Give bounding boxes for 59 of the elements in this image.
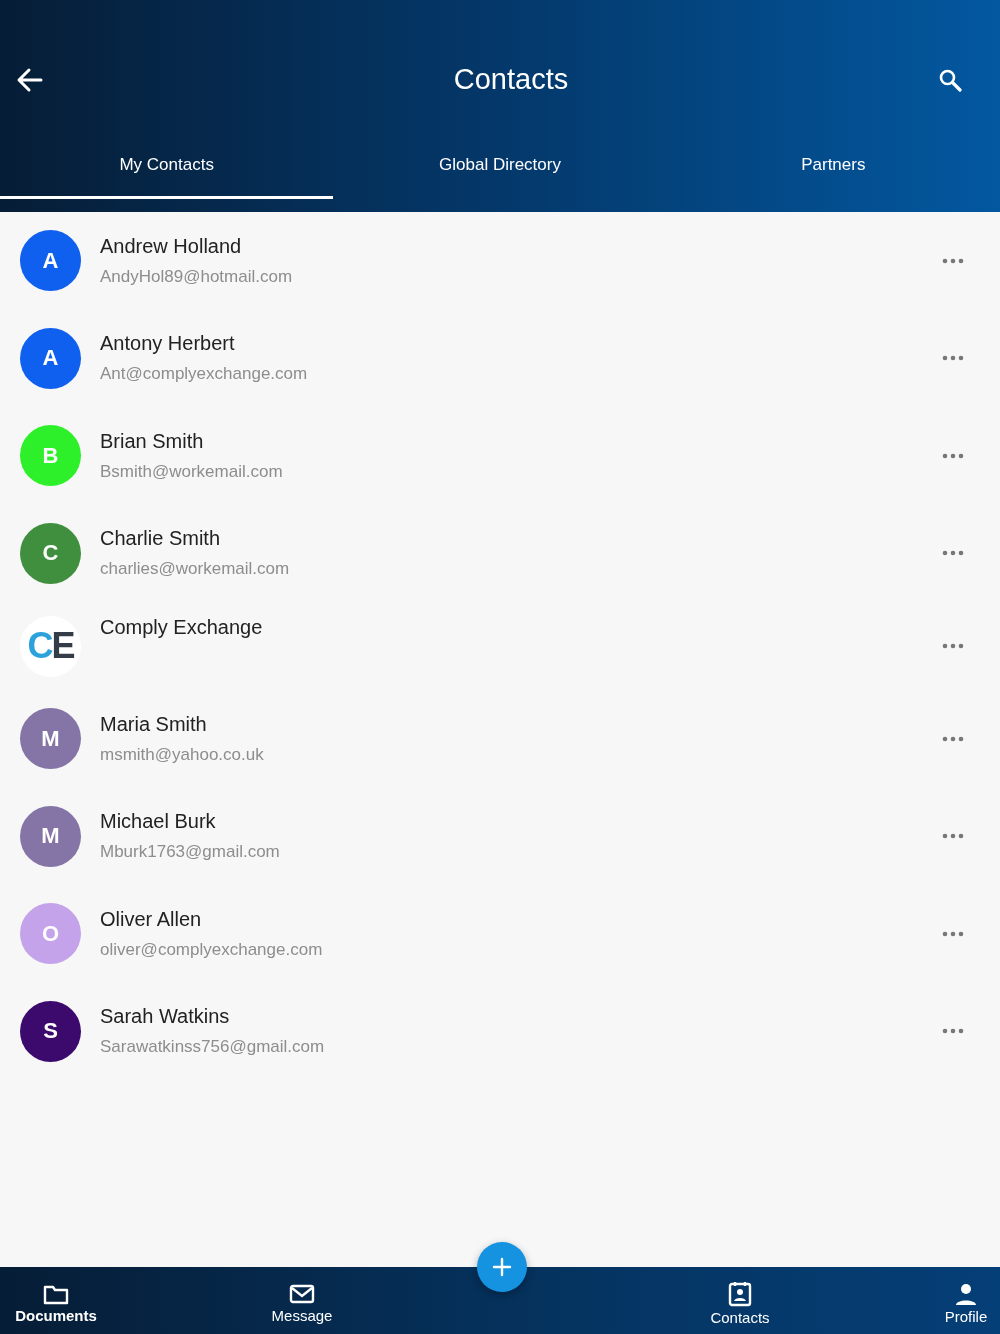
more-options-icon[interactable] (942, 355, 964, 362)
contact-email: Sarawatkinss756@gmail.com (100, 1037, 326, 1058)
contact-row[interactable]: A Antony Herbert Ant@complyexchange.com (0, 309, 1000, 407)
more-options-icon[interactable] (942, 452, 964, 459)
contact-name: Sarah Watkins (100, 1005, 231, 1029)
contact-email: charlies@workemail.com (100, 559, 291, 580)
more-options-icon[interactable] (942, 735, 964, 742)
plus-icon (492, 1257, 512, 1277)
contact-email: Mburk1763@gmail.com (100, 842, 281, 863)
contact-row[interactable]: S Sarah Watkins Sarawatkinss756@gmail.com (0, 982, 1000, 1080)
search-icon[interactable] (938, 67, 962, 92)
nav-item[interactable]: Contacts (690, 1267, 790, 1334)
contact-row[interactable]: O Oliver Allen oliver@complyexchange.com (0, 885, 1000, 983)
contact-email: msmith@yahoo.co.uk (100, 744, 265, 765)
contact-row[interactable]: M Maria Smith msmith@yahoo.co.uk (0, 690, 1000, 788)
person-icon (954, 1282, 978, 1306)
contact-email: AndyHol89@hotmail.com (100, 266, 294, 287)
more-options-icon[interactable] (942, 1028, 964, 1035)
contact-row[interactable]: B Brian Smith Bsmith@workemail.com (0, 407, 1000, 505)
contact-email: Ant@complyexchange.com (100, 364, 309, 385)
contact-avatar: S (20, 1000, 81, 1062)
tab[interactable]: Partners (666, 147, 1000, 199)
contact-name: Maria Smith (100, 712, 208, 736)
contact-avatar: A (20, 327, 81, 389)
contact-avatar: O (20, 903, 81, 965)
nav-item[interactable]: Profile (932, 1267, 1000, 1334)
contact-name: Brian Smith (100, 429, 205, 453)
contact-name: Comply Exchange (100, 616, 264, 639)
nav-item[interactable]: Message (252, 1267, 352, 1334)
contact-avatar: M (20, 708, 81, 770)
contact-avatar: M (20, 805, 81, 867)
contact-row[interactable]: C Charlie Smith charlies@workemail.com (0, 504, 1000, 602)
contact-card-icon (728, 1281, 752, 1307)
contact-name: Antony Herbert (100, 332, 236, 356)
tab[interactable]: Global Directory (333, 147, 667, 199)
more-options-icon[interactable] (942, 550, 964, 557)
more-options-icon[interactable] (942, 930, 964, 937)
contact-row[interactable]: A Andrew Holland AndyHol89@hotmail.com (0, 212, 1000, 310)
more-options-icon[interactable] (942, 257, 964, 264)
contact-avatar: C (20, 522, 81, 584)
company-logo: CE (20, 615, 81, 677)
add-button[interactable] (477, 1242, 527, 1292)
contact-name: Charlie Smith (100, 527, 222, 551)
tab[interactable]: My Contacts (0, 147, 334, 199)
contact-email: oliver@complyexchange.com (100, 939, 324, 960)
nav-item[interactable]: Documents (0, 1267, 112, 1334)
more-options-icon[interactable] (942, 833, 964, 840)
contact-name: Michael Burk (100, 810, 217, 834)
contact-avatar: B (20, 425, 81, 487)
page-title: Contacts (453, 63, 569, 96)
envelope-icon (289, 1283, 315, 1305)
folder-icon (43, 1283, 69, 1305)
contact-row[interactable]: CE Comply Exchange (0, 602, 1000, 690)
contact-row[interactable]: M Michael Burk Mburk1763@gmail.com (0, 787, 1000, 885)
more-options-icon[interactable] (942, 643, 964, 649)
contact-name: Andrew Holland (100, 234, 243, 258)
contact-avatar: A (20, 230, 81, 292)
contact-email: Bsmith@workemail.com (100, 461, 284, 482)
contact-name: Oliver Allen (100, 907, 203, 931)
